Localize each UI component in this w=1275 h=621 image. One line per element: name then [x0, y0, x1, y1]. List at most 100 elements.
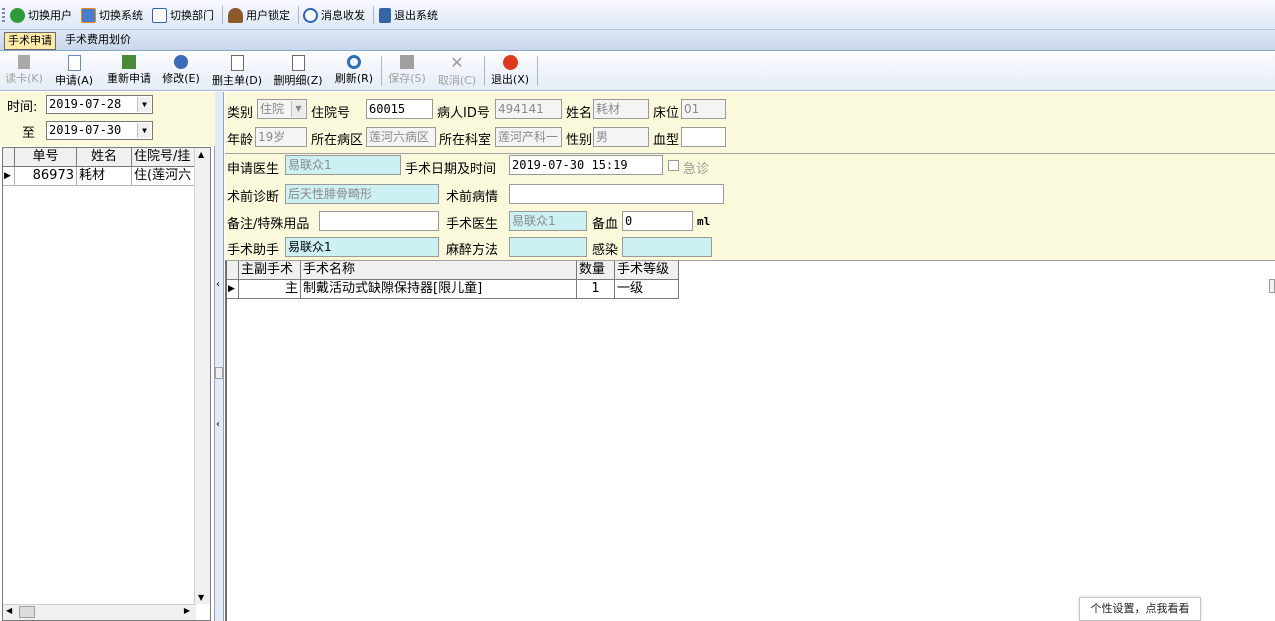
grid-cell-primary-secondary[interactable]: 主 [239, 280, 301, 299]
right-scroll-thumb[interactable] [1269, 279, 1275, 293]
ward-label: 所在病区 [311, 133, 364, 148]
panel-splitter[interactable]: ‹ ‹ [215, 92, 224, 621]
ward-field[interactable]: 莲河六病区 [366, 127, 436, 147]
age-field[interactable]: 19岁 [255, 127, 307, 147]
menu-messages[interactable]: 消息收发 [303, 6, 365, 24]
blood-prep-field[interactable]: 0 [622, 211, 693, 231]
delete-detail-button[interactable]: 删明细(Z) [271, 55, 325, 88]
left-panel: 时间: 2019-07-28 ▼ 至 2019-07-30 ▼ 单号 姓名 住院… [0, 92, 215, 621]
name-label: 姓名 [566, 106, 593, 121]
grid-cell-surgery-name[interactable]: 制戴活动式缺隙保持器[限儿童] [301, 280, 577, 299]
applying-doctor-label: 申请医生 [227, 162, 280, 177]
grid-cell-surgery-level[interactable]: 一级 [615, 280, 679, 299]
assistant-label: 手术助手 [227, 243, 280, 258]
exit-button[interactable]: 退出(X) [489, 55, 531, 87]
menu-user-lock[interactable]: 用户锁定 [228, 6, 290, 24]
reapply-button[interactable]: 重新申请 [104, 55, 154, 86]
save-disk-icon [400, 55, 414, 69]
menu-exit-system[interactable]: 退出系统 [379, 6, 438, 24]
form-divider [225, 153, 1275, 154]
menu-switch-department[interactable]: 切换部门 [152, 6, 214, 24]
list-cell-name[interactable]: 耗材 [77, 167, 132, 186]
surgeon-field[interactable]: 易联众1 [509, 211, 587, 231]
bed-label: 床位 [653, 106, 680, 121]
surgery-datetime-field[interactable]: 2019-07-30 15:19 [509, 155, 663, 175]
apply-button[interactable]: 申请(A) [53, 55, 95, 88]
name-field[interactable]: 耗材 [593, 99, 649, 119]
chevron-down-icon[interactable]: ▼ [137, 123, 151, 138]
bed-field[interactable]: 01 [681, 99, 726, 119]
edit-pencil-icon [174, 55, 188, 69]
system-switch-icon [81, 7, 96, 23]
date-to-picker[interactable]: 2019-07-30 ▼ [46, 121, 153, 140]
grid-cell-quantity[interactable]: 1 [577, 280, 615, 299]
scroll-left-icon[interactable]: ◀ [6, 606, 12, 615]
column-header-primary-secondary[interactable]: 主副手术 [239, 261, 301, 280]
dept-field[interactable]: 莲河产科一 [495, 127, 562, 147]
pre-op-diagnosis-label: 术前诊断 [227, 190, 280, 205]
read-card-button[interactable]: 读卡(K) [4, 55, 44, 86]
blood-unit-label: ml [697, 215, 711, 228]
row-selector-arrow-icon[interactable]: ▶ [3, 167, 15, 186]
infection-label: 感染 [592, 243, 619, 258]
refresh-icon [347, 55, 361, 69]
column-header-quantity[interactable]: 数量 [577, 261, 615, 280]
column-header-surgery-level[interactable]: 手术等级 [615, 261, 679, 280]
column-header-inpatient[interactable]: 住院号/挂 [132, 148, 196, 167]
chevron-down-icon[interactable]: ▼ [291, 101, 305, 117]
anesthesia-label: 麻醉方法 [446, 243, 499, 258]
toolbar-separator [381, 56, 382, 86]
inpatient-no-label: 住院号 [311, 106, 351, 121]
pre-op-condition-field[interactable] [509, 184, 724, 204]
menu-switch-user[interactable]: 切换用户 [10, 6, 72, 24]
horizontal-scroll-thumb[interactable] [19, 606, 35, 618]
anesthesia-field[interactable] [509, 237, 587, 257]
row-header-corner [227, 261, 239, 280]
sex-label: 性别 [566, 133, 593, 148]
collapse-left-icon[interactable]: ‹ [216, 279, 220, 290]
personalize-tooltip[interactable]: 个性设置，点我看看 [1079, 597, 1201, 621]
save-button[interactable]: 保存(S) [386, 55, 428, 86]
assistant-field[interactable]: 易联众1 [285, 237, 439, 257]
tab-strip: 手术申请 手术费用划价 [0, 30, 1275, 51]
toolbar-separator [484, 56, 485, 86]
sex-field[interactable]: 男 [593, 127, 649, 147]
pre-op-diagnosis-field[interactable]: 后天性腓骨畸形 [285, 184, 439, 204]
chevron-down-icon[interactable]: ▼ [137, 97, 151, 112]
reapply-icon [122, 55, 136, 69]
delete-main-button[interactable]: 删主单(D) [210, 55, 264, 88]
infection-field[interactable] [622, 237, 712, 257]
row-header-corner [3, 148, 15, 167]
splitter-handle[interactable] [215, 367, 223, 379]
remark-field[interactable] [319, 211, 439, 231]
category-select[interactable]: 住院 ▼ [257, 99, 307, 119]
scroll-up-icon[interactable]: ▲ [198, 150, 204, 159]
list-cell-inpatient[interactable]: 住(莲河六 [132, 167, 196, 186]
column-header-surgery-name[interactable]: 手术名称 [301, 261, 577, 280]
column-header-order-no[interactable]: 单号 [15, 148, 77, 167]
list-cell-order-no[interactable]: 86973 [15, 167, 77, 186]
scroll-down-icon[interactable]: ▼ [198, 593, 204, 602]
date-from-picker[interactable]: 2019-07-28 ▼ [46, 95, 153, 114]
patient-id-field[interactable]: 494141 [495, 99, 562, 119]
scroll-right-icon[interactable]: ▶ [184, 606, 190, 615]
cancel-x-icon: ✕ [450, 53, 464, 72]
emergency-checkbox[interactable] [668, 160, 679, 171]
category-label: 类别 [227, 106, 254, 121]
cancel-button[interactable]: ✕ 取消(C) [436, 55, 478, 88]
menu-switch-system[interactable]: 切换系统 [81, 6, 143, 24]
left-horizontal-scrollbar[interactable]: ◀ ▶ [3, 604, 196, 620]
blood-type-field[interactable] [681, 127, 726, 147]
collapse-left-icon-2[interactable]: ‹ [216, 419, 220, 430]
column-header-name[interactable]: 姓名 [77, 148, 132, 167]
to-label: 至 [22, 126, 36, 141]
inpatient-no-field[interactable]: 60015 [366, 99, 433, 119]
tab-surgery-application[interactable]: 手术申请 [4, 32, 56, 50]
edit-button[interactable]: 修改(E) [160, 55, 202, 86]
tab-surgery-pricing[interactable]: 手术费用划价 [62, 32, 134, 50]
refresh-button[interactable]: 刷新(R) [333, 55, 375, 86]
left-vertical-scrollbar[interactable]: ▲ ▼ [194, 148, 210, 604]
user-lock-icon [228, 7, 243, 23]
applying-doctor-field[interactable]: 易联众1 [285, 155, 401, 175]
row-selector-arrow-icon[interactable]: ▶ [227, 280, 239, 299]
